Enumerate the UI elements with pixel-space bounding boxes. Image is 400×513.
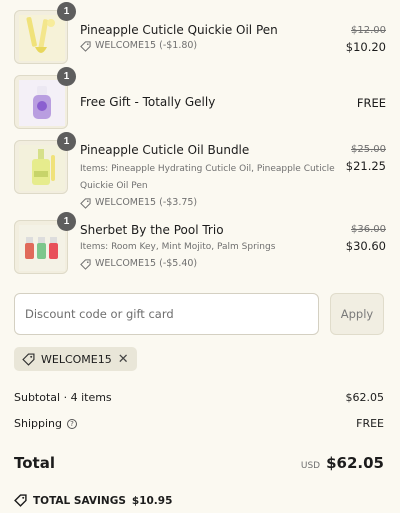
product-image: 1	[14, 212, 76, 274]
line-item: 1 Sherbet By the Pool Trio Items: Room K…	[14, 212, 386, 274]
line-item: 1 Pineapple Cuticle Quickie Oil Pen WELC…	[14, 2, 386, 64]
product-image: 1	[14, 67, 76, 129]
discount-applied: WELCOME15 (-$1.80)	[80, 38, 300, 54]
subtotal-row: Subtotal · 4 items $62.05	[14, 391, 384, 404]
subtotal-label: Subtotal · 4 items	[14, 391, 112, 404]
tag-icon	[22, 352, 35, 366]
product-name: Pineapple Cuticle Quickie Oil Pen	[80, 23, 278, 37]
line-item: 1 Free Gift - Totally Gelly FREE	[14, 67, 386, 129]
remove-discount-icon[interactable]: ✕	[118, 353, 129, 366]
bundle-items: Items: Pineapple Hydrating Cuticle Oil, …	[80, 164, 335, 191]
discounted-price: $10.20	[345, 40, 386, 54]
apply-button[interactable]: Apply	[330, 293, 384, 335]
product-name: Pineapple Cuticle Oil Bundle	[80, 143, 250, 157]
original-price: $36.00	[351, 224, 386, 235]
subtotal-value: $62.05	[345, 391, 385, 404]
bundle-items: Items: Room Key, Mint Mojito, Palm Sprin…	[80, 242, 276, 252]
applied-discount-chip: WELCOME15 ✕	[14, 347, 137, 371]
shipping-label: Shipping	[14, 417, 62, 430]
tag-icon	[80, 40, 91, 52]
quantity-badge: 1	[57, 67, 76, 86]
savings-label: TOTAL SAVINGS	[33, 494, 126, 507]
product-image: 1	[14, 132, 76, 194]
line-item: 1 Pineapple Cuticle Oil Bundle Items: Pi…	[14, 132, 386, 211]
total-savings: TOTAL SAVINGS $10.95	[14, 494, 172, 507]
product-name: Free Gift - Totally Gelly	[80, 95, 216, 109]
product-name: Sherbet By the Pool Trio	[80, 223, 224, 237]
original-price: $12.00	[351, 25, 386, 36]
total-value: $62.05	[326, 454, 384, 472]
tag-icon	[80, 258, 91, 270]
total-row: Total USD $62.05	[14, 454, 384, 472]
total-label: Total	[14, 454, 55, 472]
discounted-price: $30.60	[345, 239, 386, 253]
help-icon[interactable]: ?	[67, 418, 77, 429]
shipping-row: Shipping ? FREE	[14, 417, 384, 430]
quantity-badge: 1	[57, 212, 76, 231]
applied-code: WELCOME15	[41, 352, 112, 366]
quantity-badge: 1	[57, 132, 76, 151]
original-price: $25.00	[351, 144, 386, 155]
tag-icon	[14, 494, 27, 507]
product-image: 1	[14, 2, 76, 64]
discount-applied: WELCOME15 (-$5.40)	[80, 256, 342, 272]
savings-value: $10.95	[131, 494, 173, 507]
discounted-price: $21.25	[345, 159, 386, 173]
price: FREE	[356, 96, 386, 110]
tag-icon	[80, 197, 91, 209]
currency-code: USD	[300, 461, 321, 471]
discount-applied: WELCOME15 (-$3.75)	[80, 195, 342, 211]
discount-code-input[interactable]	[14, 293, 319, 335]
shipping-value: FREE	[356, 417, 384, 430]
quantity-badge: 1	[57, 2, 76, 21]
